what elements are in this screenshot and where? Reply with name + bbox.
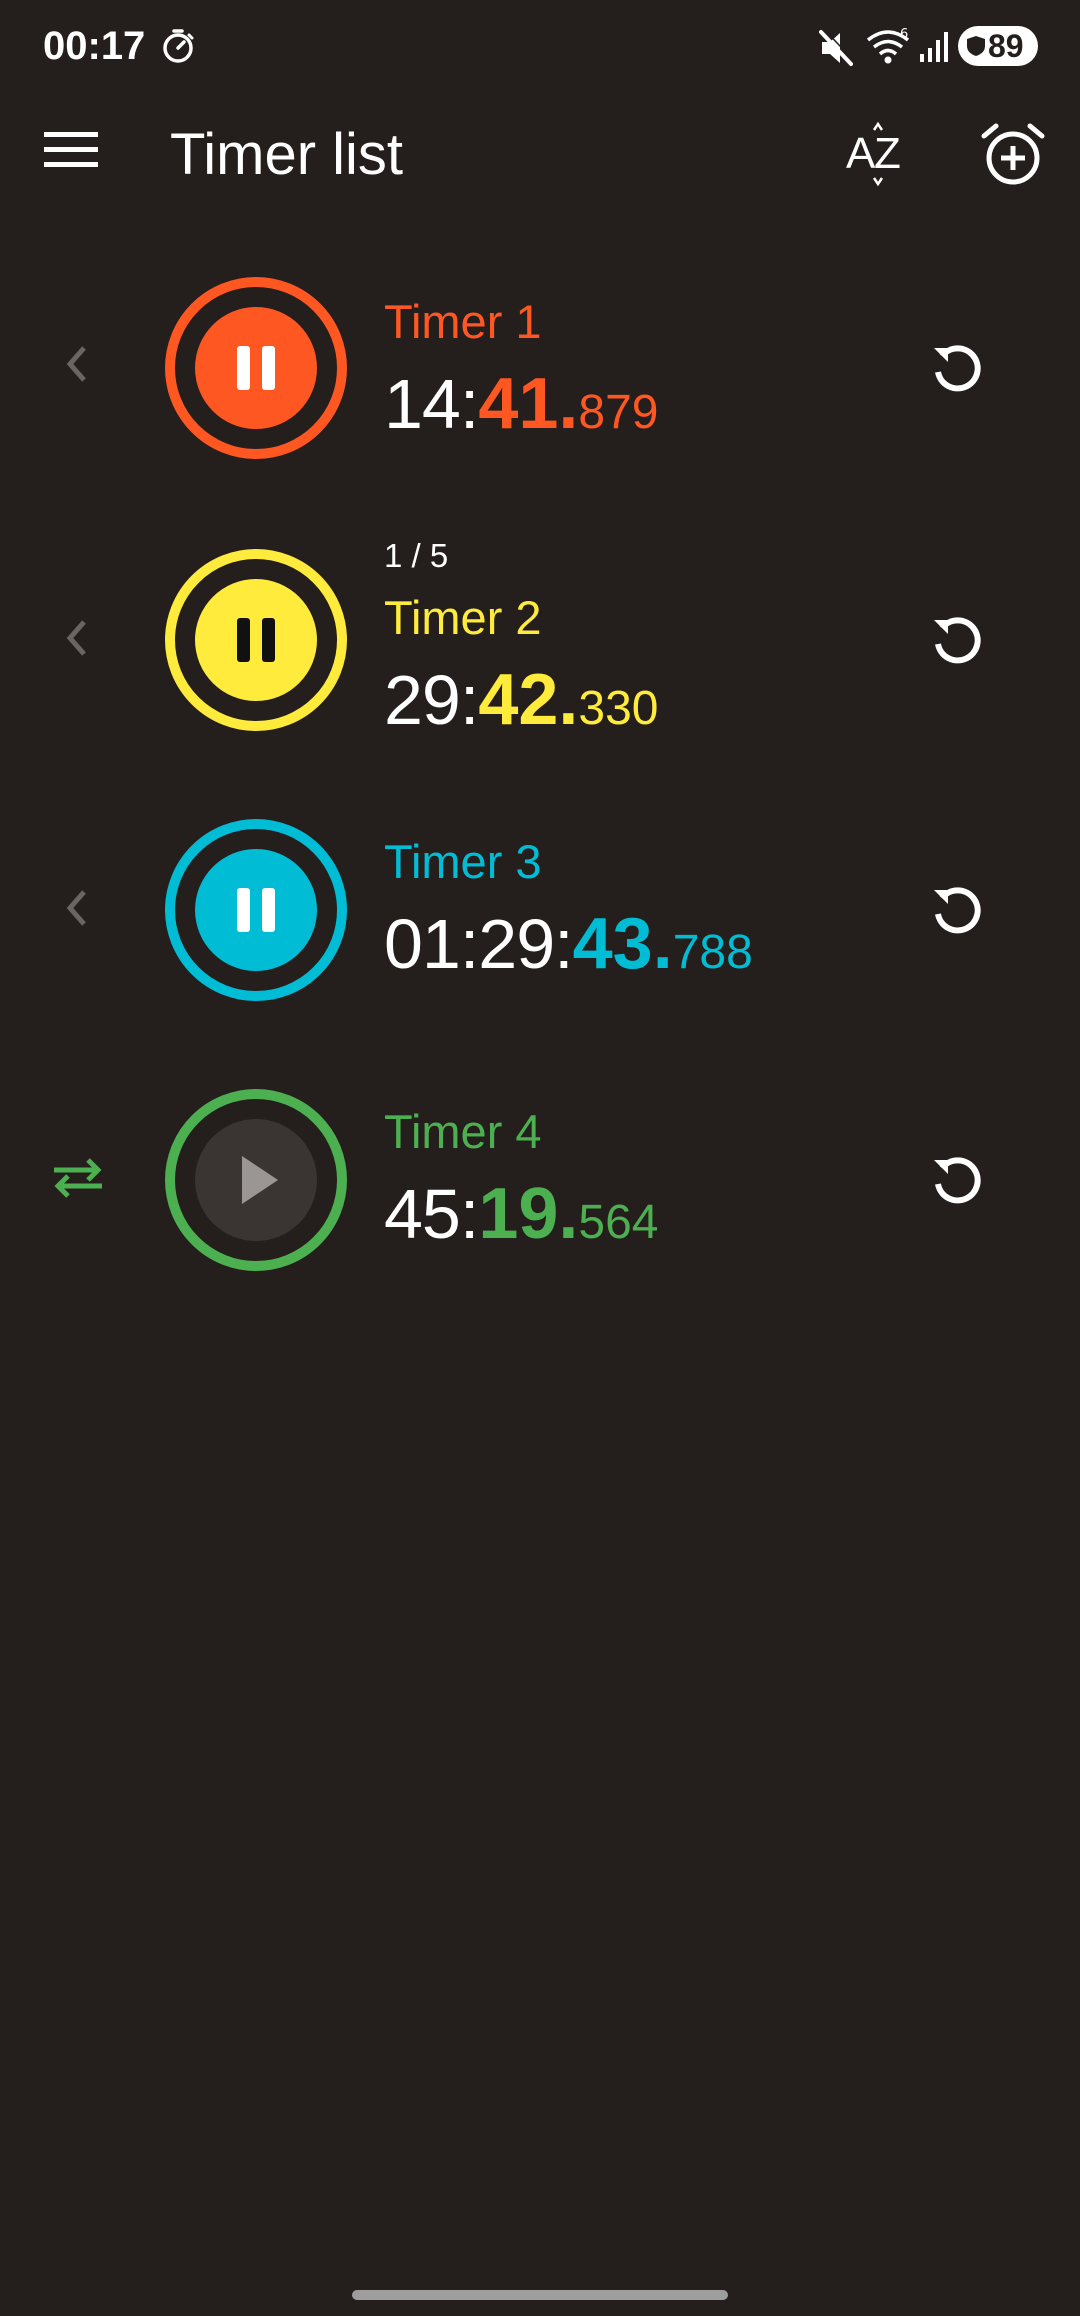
pause-icon xyxy=(237,618,250,662)
reset-icon[interactable] xyxy=(924,878,990,944)
timer-repeat-count: 1 / 5 xyxy=(384,537,449,574)
time-seconds: 19. xyxy=(478,1174,579,1254)
wifi-icon: 6 xyxy=(864,27,912,72)
time-hm: 45: xyxy=(384,1175,479,1253)
pause-icon xyxy=(237,888,250,932)
pause-button[interactable] xyxy=(164,548,348,732)
pause-button[interactable] xyxy=(164,818,348,1002)
timer-name: Timer 3 xyxy=(384,835,542,888)
time-millis: 564 xyxy=(578,1196,659,1249)
pause-icon xyxy=(237,346,250,390)
chevron-left-icon[interactable] xyxy=(46,876,110,940)
shield-icon xyxy=(966,35,986,61)
time-hm: 01:29: xyxy=(384,905,574,983)
sort-az-icon[interactable]: A Z xyxy=(844,120,910,190)
battery-indicator: 89 xyxy=(958,26,1038,66)
time-hm: 14: xyxy=(384,365,479,443)
time-seconds: 42. xyxy=(478,660,579,740)
timer-name: Timer 1 xyxy=(384,295,542,348)
timer-time: 45:19.564 xyxy=(384,1172,659,1276)
timer-name: Timer 2 xyxy=(384,591,542,644)
mute-icon xyxy=(818,28,855,72)
status-bar: 00:17 6 89 xyxy=(0,0,1080,92)
timer-name: Timer 4 xyxy=(384,1105,542,1158)
play-button[interactable] xyxy=(164,1088,348,1272)
time-millis: 788 xyxy=(672,926,753,979)
app-bar: Timer list A Z xyxy=(0,100,1080,210)
timer-time: 29:42.330 xyxy=(384,658,659,762)
signal-icon xyxy=(918,28,950,68)
time-millis: 330 xyxy=(578,682,659,735)
timer-row-1[interactable]: Timer 1 14:41.879 xyxy=(0,250,1080,490)
add-alarm-icon[interactable] xyxy=(980,120,1046,190)
reset-icon[interactable] xyxy=(924,336,990,402)
chevron-left-icon[interactable] xyxy=(46,606,110,670)
menu-icon[interactable] xyxy=(44,130,114,180)
pause-button[interactable] xyxy=(164,276,348,460)
battery-level: 89 xyxy=(988,28,1024,64)
stopwatch-status-icon xyxy=(160,28,196,68)
timer-row-2[interactable]: 1 / 5 Timer 2 29:42.330 xyxy=(0,520,1080,760)
time-seconds: 43. xyxy=(572,904,673,984)
time-millis: 879 xyxy=(578,386,659,439)
time-hm: 29: xyxy=(384,661,479,739)
status-time: 00:17 xyxy=(43,24,146,68)
time-seconds: 41. xyxy=(478,364,579,444)
svg-text:A: A xyxy=(846,129,876,178)
timer-row-4[interactable]: Timer 4 45:19.564 xyxy=(0,1060,1080,1300)
page-title: Timer list xyxy=(170,122,404,187)
timer-row-3[interactable]: Timer 3 01:29:43.788 xyxy=(0,790,1080,1030)
timer-time: 01:29:43.788 xyxy=(384,902,753,1006)
reset-icon[interactable] xyxy=(924,608,990,674)
chevron-left-icon[interactable] xyxy=(46,332,110,396)
home-indicator[interactable] xyxy=(352,2290,728,2300)
timer-time: 14:41.879 xyxy=(384,362,659,466)
swap-arrows-icon[interactable] xyxy=(46,1146,110,1210)
svg-text:6: 6 xyxy=(900,28,908,42)
reset-icon[interactable] xyxy=(924,1148,990,1214)
svg-text:Z: Z xyxy=(874,129,901,178)
